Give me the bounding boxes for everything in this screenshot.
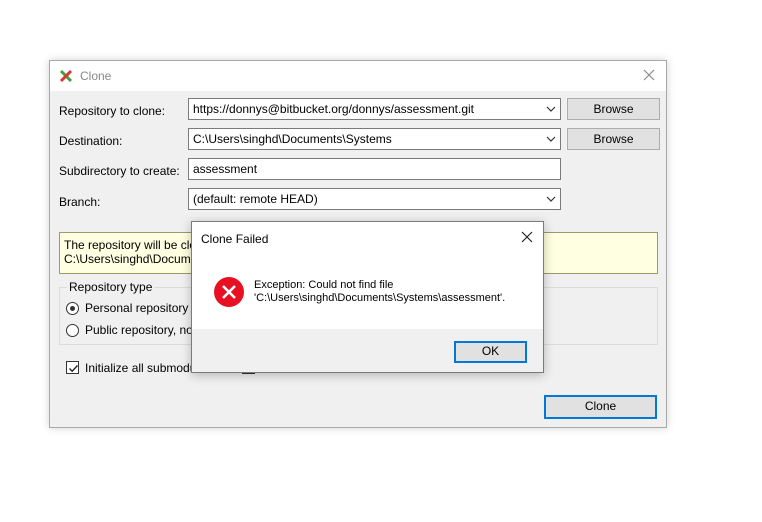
tortoisehg-icon: [59, 69, 73, 83]
init-submodules-checkbox[interactable]: [66, 361, 79, 374]
chevron-down-icon: [546, 196, 556, 202]
repository-label: Repository to clone:: [59, 104, 166, 118]
destination-label: Destination:: [59, 134, 123, 148]
public-repository-label[interactable]: Public repository, no: [85, 323, 193, 337]
checkmark-icon: [69, 365, 79, 373]
clone-button[interactable]: Clone: [544, 395, 657, 419]
error-icon: [214, 277, 244, 307]
error-message-line-2: 'C:\Users\singhd\Documents\Systems\asses…: [254, 292, 506, 304]
browse-repository-button[interactable]: Browse: [567, 98, 660, 120]
clone-failed-dialog: Clone Failed Exception: Could not find f…: [191, 221, 544, 373]
repository-type-title: Repository type: [67, 280, 155, 294]
window-title: Clone: [80, 69, 112, 83]
chevron-down-icon: [546, 106, 556, 112]
dialog-body: Clone Failed Exception: Could not find f…: [192, 222, 543, 329]
public-repository-radio[interactable]: [66, 324, 79, 337]
branch-value: (default: remote HEAD): [193, 192, 318, 206]
subdirectory-value: assessment: [193, 162, 258, 176]
subdirectory-input[interactable]: assessment: [188, 158, 561, 180]
ok-button[interactable]: OK: [454, 341, 527, 363]
subdirectory-label: Subdirectory to create:: [59, 164, 180, 178]
close-icon[interactable]: [519, 229, 535, 245]
destination-value: C:\Users\singhd\Documents\Systems: [193, 132, 392, 146]
branch-label: Branch:: [59, 195, 101, 209]
branch-combo[interactable]: (default: remote HEAD): [188, 188, 561, 210]
repository-value: https://donnys@bitbucket.org/donnys/asse…: [193, 102, 474, 116]
error-message: Exception: Could not find file 'C:\Users…: [254, 279, 505, 305]
destination-combo[interactable]: C:\Users\singhd\Documents\Systems: [188, 128, 561, 150]
repository-combo[interactable]: https://donnys@bitbucket.org/donnys/asse…: [188, 98, 561, 120]
dialog-title: Clone Failed: [201, 232, 269, 246]
personal-repository-label[interactable]: Personal repository: [85, 301, 188, 315]
personal-repository-radio[interactable]: [66, 302, 79, 315]
close-icon[interactable]: [640, 66, 658, 84]
browse-destination-button[interactable]: Browse: [567, 128, 660, 150]
chevron-down-icon: [546, 136, 556, 142]
init-submodules-label[interactable]: Initialize all submodu: [85, 361, 196, 375]
title-bar[interactable]: Clone: [50, 61, 666, 91]
error-message-line-1: Exception: Could not find file: [254, 279, 394, 291]
